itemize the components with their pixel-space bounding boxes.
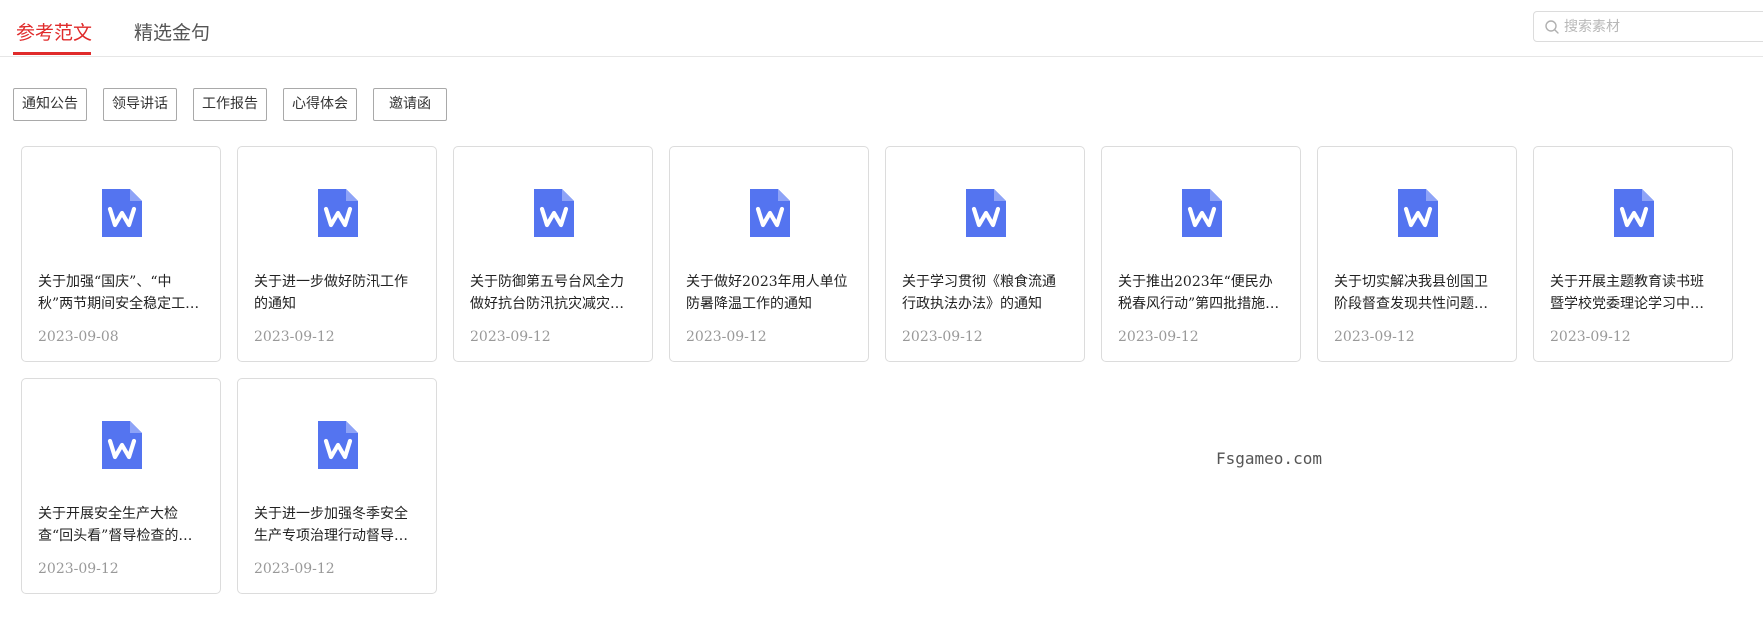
word-document-icon bbox=[318, 421, 358, 469]
article-card[interactable]: 关于做好2023年用人单位防暑降温工作的通知 2023-09-12 bbox=[669, 146, 869, 362]
article-date: 2023-09-12 bbox=[902, 329, 983, 345]
article-title: 关于开展主题教育读书班暨学校党委理论学习中心组学习的通知 bbox=[1550, 274, 1704, 312]
article-date: 2023-09-08 bbox=[38, 329, 119, 345]
article-title: 关于切实解决我县创国卫阶段督查发现共性问题的通知 bbox=[1334, 274, 1488, 312]
article-date: 2023-09-12 bbox=[1334, 329, 1415, 345]
article-title: 关于进一步做好防汛工作的通知 bbox=[254, 274, 408, 312]
article-card[interactable]: 关于防御第五号台风全力做好抗台防汛抗灾减灾工作的通知 2023-09-12 bbox=[453, 146, 653, 362]
search-icon bbox=[1545, 20, 1559, 34]
word-document-icon bbox=[966, 189, 1006, 237]
article-card[interactable]: 关于开展主题教育读书班暨学校党委理论学习中心组学习的通知 2023-09-12 bbox=[1533, 146, 1733, 362]
tab-bar: 参考范文 精选金句 bbox=[0, 0, 1763, 57]
article-date: 2023-09-12 bbox=[1550, 329, 1631, 345]
article-date: 2023-09-12 bbox=[1118, 329, 1199, 345]
article-card[interactable]: 关于学习贯彻《粮食流通行政执法办法》的通知 2023-09-12 bbox=[885, 146, 1085, 362]
word-document-icon bbox=[102, 189, 142, 237]
article-date: 2023-09-12 bbox=[470, 329, 551, 345]
word-document-icon bbox=[102, 421, 142, 469]
article-card[interactable]: 关于推出2023年“便民办税春风行动”第四批措施的通知 2023-09-12 bbox=[1101, 146, 1301, 362]
category-leader-speech[interactable]: 领导讲话 bbox=[103, 88, 177, 121]
watermark: Fsgameo.com bbox=[1216, 449, 1322, 468]
category-work-report[interactable]: 工作报告 bbox=[193, 88, 267, 121]
article-title: 关于进一步加强冬季安全生产专项治理行动督导检查的通知 bbox=[254, 506, 408, 544]
article-card[interactable]: 关于切实解决我县创国卫阶段督查发现共性问题的通知 2023-09-12 bbox=[1317, 146, 1517, 362]
article-date: 2023-09-12 bbox=[254, 561, 335, 577]
article-date: 2023-09-12 bbox=[254, 329, 335, 345]
article-title: 关于防御第五号台风全力做好抗台防汛抗灾减灾工作的通知 bbox=[470, 274, 624, 312]
word-document-icon bbox=[1182, 189, 1222, 237]
word-document-icon bbox=[534, 189, 574, 237]
category-notice[interactable]: 通知公告 bbox=[13, 88, 87, 121]
article-card[interactable]: 关于开展安全生产大检查“回头看”督导检查的通知 2023-09-12 bbox=[21, 378, 221, 594]
article-title: 关于开展安全生产大检查“回头看”督导检查的通知 bbox=[38, 506, 193, 544]
article-card[interactable]: 关于进一步做好防汛工作的通知 2023-09-12 bbox=[237, 146, 437, 362]
article-title: 关于学习贯彻《粮食流通行政执法办法》的通知 bbox=[902, 274, 1056, 312]
tab-reference-articles[interactable]: 参考范文 bbox=[16, 20, 92, 46]
article-title: 关于推出2023年“便民办税春风行动”第四批措施的通知 bbox=[1118, 274, 1280, 312]
article-card[interactable]: 关于进一步加强冬季安全生产专项治理行动督导检查的通知 2023-09-12 bbox=[237, 378, 437, 594]
article-title: 关于加强“国庆”、“中秋”两节期间安全稳定工作的通知 bbox=[38, 274, 200, 312]
category-experience[interactable]: 心得体会 bbox=[283, 88, 357, 121]
article-date: 2023-09-12 bbox=[686, 329, 767, 345]
article-date: 2023-09-12 bbox=[38, 561, 119, 577]
category-invitation[interactable]: 邀请函 bbox=[373, 88, 447, 121]
search-input[interactable] bbox=[1564, 16, 1754, 37]
word-document-icon bbox=[750, 189, 790, 237]
active-tab-indicator bbox=[13, 52, 91, 55]
article-card[interactable]: 关于加强“国庆”、“中秋”两节期间安全稳定工作的通知 2023-09-08 bbox=[21, 146, 221, 362]
tab-selected-quotes[interactable]: 精选金句 bbox=[134, 20, 210, 46]
article-title: 关于做好2023年用人单位防暑降温工作的通知 bbox=[686, 274, 848, 312]
word-document-icon bbox=[318, 189, 358, 237]
word-document-icon bbox=[1398, 189, 1438, 237]
word-document-icon bbox=[1614, 189, 1654, 237]
search-box[interactable] bbox=[1533, 11, 1763, 42]
